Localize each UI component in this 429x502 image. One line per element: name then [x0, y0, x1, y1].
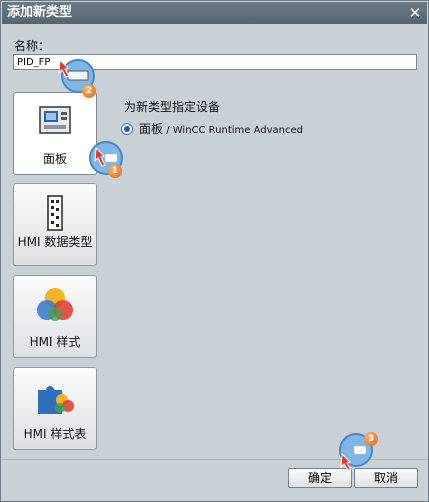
ok-button[interactable]: 确定 — [288, 468, 352, 488]
step-badge-3: 3 — [364, 432, 378, 446]
device-option-label: 面板 / WinCC Runtime Advanced — [139, 120, 303, 137]
category-label: HMI 数据类型 — [17, 235, 93, 249]
category-label: 面板 — [42, 152, 67, 166]
category-hmi-style[interactable]: HMI 样式 — [13, 275, 97, 358]
dialog-title: 添加新类型 — [7, 5, 73, 20]
pointer-hand-icon: 3 — [334, 430, 378, 471]
panel-icon — [39, 106, 71, 134]
hmi-style-icon — [37, 288, 73, 321]
dialog-titlebar: 添加新类型 ✕ — [2, 2, 427, 24]
device-panel: 为新类型指定设备 面板 / WinCC Runtime Advanced — [106, 85, 424, 457]
device-option-main: 面板 — [139, 122, 164, 136]
pointer-hand-icon: 1 — [86, 140, 130, 180]
step-badge-2: 2 — [82, 84, 96, 98]
cancel-button[interactable]: 取消 — [354, 468, 418, 488]
device-heading: 为新类型指定设备 — [124, 100, 221, 114]
device-option-sub: / WinCC Runtime Advanced — [163, 125, 304, 136]
step-badge-1: 1 — [108, 164, 122, 178]
category-panel-faceplate[interactable]: 面板 — [13, 92, 97, 175]
category-hmi-datatype[interactable]: HMI 数据类型 — [13, 183, 97, 266]
category-label: HMI 样式 — [29, 335, 81, 349]
device-radio[interactable] — [121, 122, 133, 135]
hmi-stylesheet-icon — [38, 386, 74, 414]
pointer-keyboard-icon: 2 — [56, 58, 100, 98]
hmi-datatype-icon — [47, 195, 63, 231]
category-hmi-stylesheet[interactable]: HMI 样式表 — [13, 367, 97, 450]
close-icon[interactable]: ✕ — [406, 4, 424, 22]
name-label: 名称： — [14, 39, 51, 53]
category-label: HMI 样式表 — [23, 427, 87, 441]
device-option-row[interactable]: 面板 / WinCC Runtime Advanced — [121, 120, 303, 137]
